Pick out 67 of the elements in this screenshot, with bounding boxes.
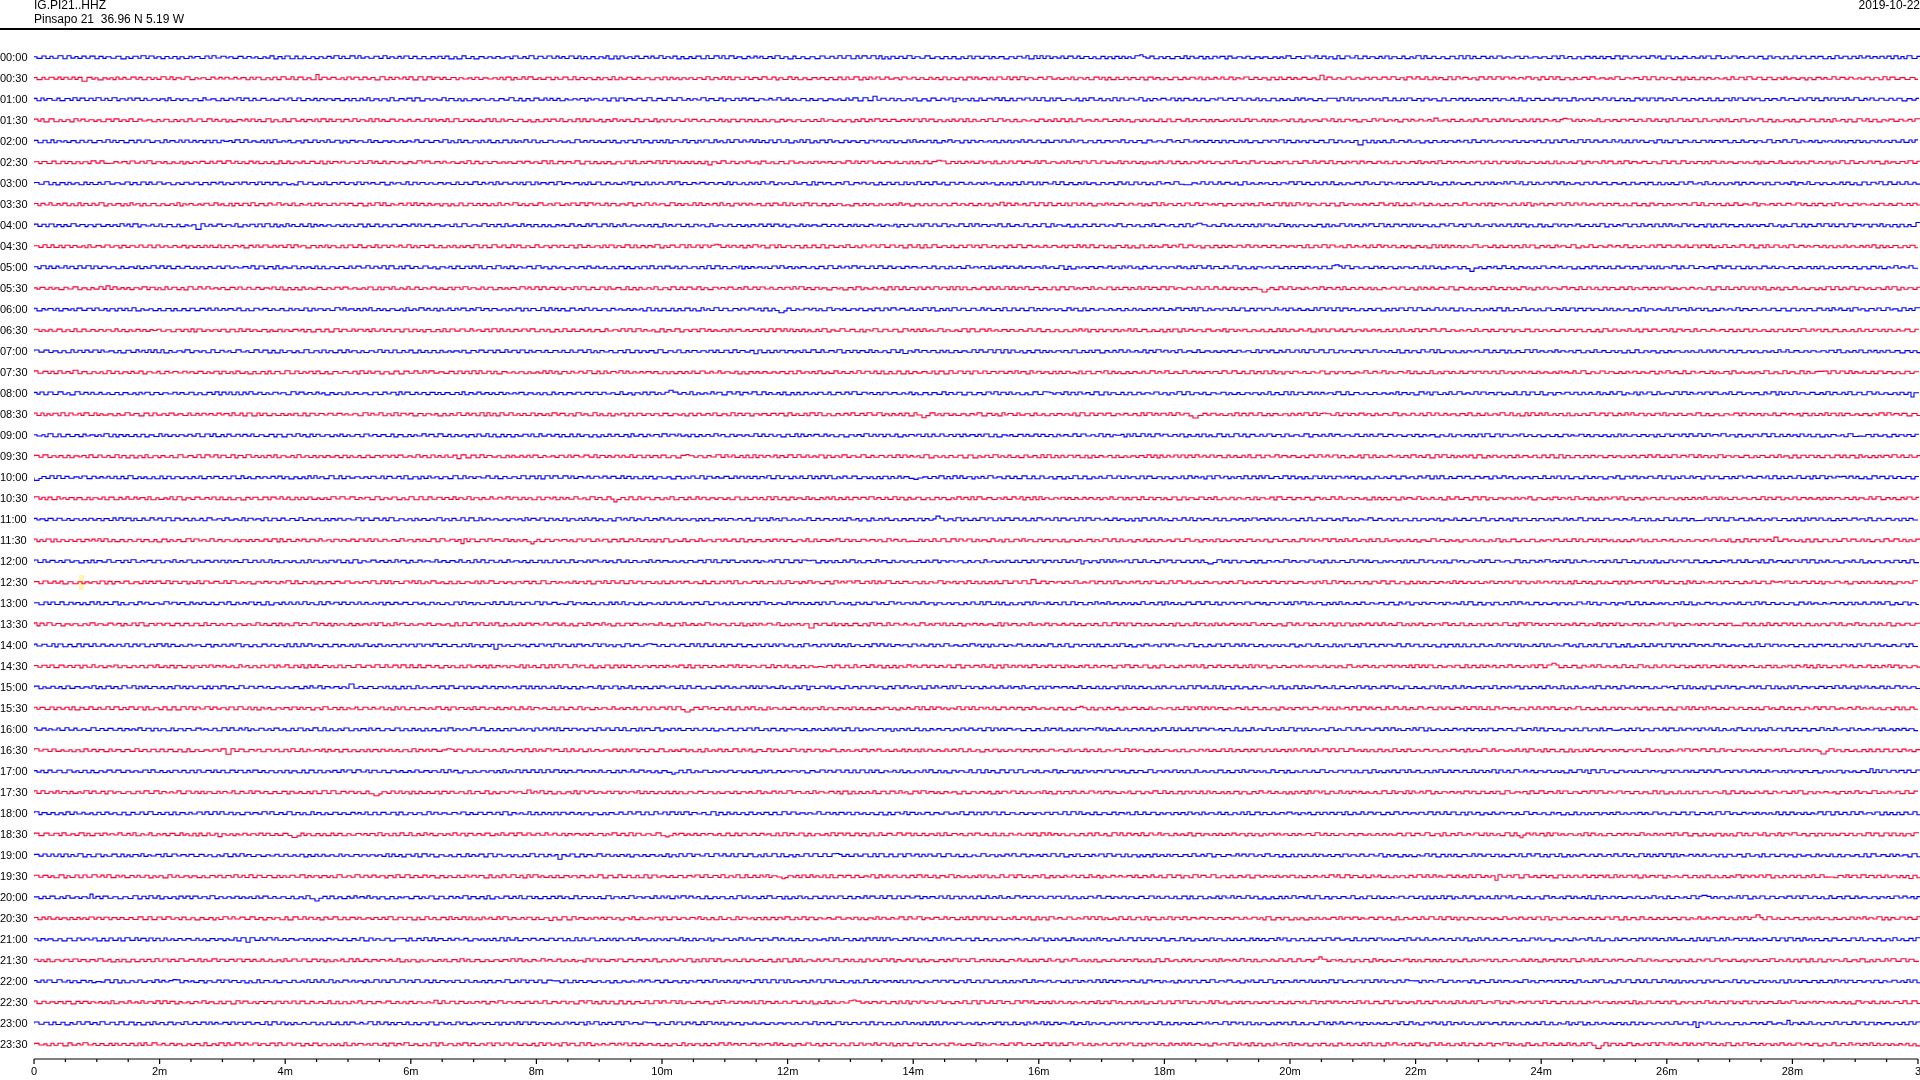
time-label: 08:30 — [0, 408, 29, 421]
axis-tick-label: 14m — [902, 1065, 924, 1077]
axis-tick-label: 8m — [528, 1065, 545, 1077]
time-label: 12:00 — [0, 555, 29, 568]
time-label: 08:00 — [0, 387, 29, 400]
time-label: 11:00 — [0, 513, 28, 526]
time-label: 14:30 — [0, 660, 29, 673]
time-label: 22:30 — [0, 996, 29, 1009]
time-label: 09:30 — [0, 450, 29, 463]
time-label: 19:00 — [0, 849, 29, 862]
time-label: 13:00 — [0, 597, 29, 610]
time-label: 00:00 — [0, 51, 29, 64]
time-label: 07:00 — [0, 345, 29, 358]
time-label: 17:00 — [0, 765, 29, 778]
axis-tick-label: 16m — [1028, 1065, 1050, 1077]
time-label: 05:00 — [0, 261, 29, 274]
time-label: 07:30 — [0, 366, 29, 379]
axis-tick-label: 4m — [277, 1065, 293, 1077]
time-label: 09:00 — [0, 429, 29, 442]
time-label: 03:30 — [0, 198, 29, 211]
time-label: 23:00 — [0, 1017, 29, 1030]
time-label: 11:30 — [0, 534, 28, 547]
time-label: 06:00 — [0, 303, 29, 316]
time-label: 02:00 — [0, 135, 29, 148]
time-label: 10:30 — [0, 492, 29, 505]
time-label: 03:00 — [0, 177, 29, 190]
date-label: 2019-10-22 — [1858, 0, 1920, 12]
axis-tick-label: 6m — [403, 1065, 419, 1077]
time-label: 13:30 — [0, 618, 29, 631]
time-label: 04:00 — [0, 219, 29, 232]
axis-tick-label: 0 — [30, 1065, 38, 1077]
time-label: 18:00 — [0, 807, 29, 820]
time-label: 23:30 — [0, 1038, 29, 1051]
time-label: 20:00 — [0, 891, 29, 904]
station-info: Pinsapo 21 36.96 N 5.19 W — [34, 12, 185, 26]
axis-tick-label: 12m — [776, 1065, 799, 1077]
time-label: 02:30 — [0, 156, 29, 169]
time-label: 16:00 — [0, 723, 29, 736]
time-label: 14:00 — [0, 639, 29, 652]
axis-tick-label: 24m — [1530, 1065, 1552, 1077]
time-label: 01:30 — [0, 114, 29, 127]
axis-tick-label: 26m — [1656, 1065, 1678, 1077]
axis-tick-label: 28m — [1781, 1065, 1804, 1077]
time-label: 21:00 — [0, 933, 29, 946]
time-label: 06:30 — [0, 324, 29, 337]
time-label: 18:30 — [0, 828, 29, 841]
time-label: 05:30 — [0, 282, 29, 295]
axis-tick-label: 2m — [151, 1065, 168, 1077]
time-label: 19:30 — [0, 870, 29, 883]
axis-tick-label: 22m — [1404, 1065, 1427, 1077]
time-label: 22:00 — [0, 975, 29, 988]
time-label: 04:30 — [0, 240, 29, 253]
time-label: 16:30 — [0, 744, 29, 757]
time-label: 01:00 — [0, 93, 29, 106]
time-label: 17:30 — [0, 786, 29, 799]
time-label: 15:30 — [0, 702, 29, 715]
time-label: 20:30 — [0, 912, 29, 925]
time-label: 15:00 — [0, 681, 29, 694]
axis-tick-label: 10m — [651, 1065, 673, 1077]
axis-tick-label: 20m — [1279, 1065, 1301, 1077]
channel-code: IG.PI21..HHZ — [34, 0, 107, 12]
time-label: 21:30 — [0, 954, 29, 967]
time-label: 10:00 — [0, 471, 29, 484]
time-label: 12:30 — [0, 576, 29, 589]
time-label: 00:30 — [0, 72, 29, 85]
axis-tick-label: 3 — [1915, 1065, 1920, 1077]
axis-tick-label: 18m — [1153, 1065, 1176, 1077]
